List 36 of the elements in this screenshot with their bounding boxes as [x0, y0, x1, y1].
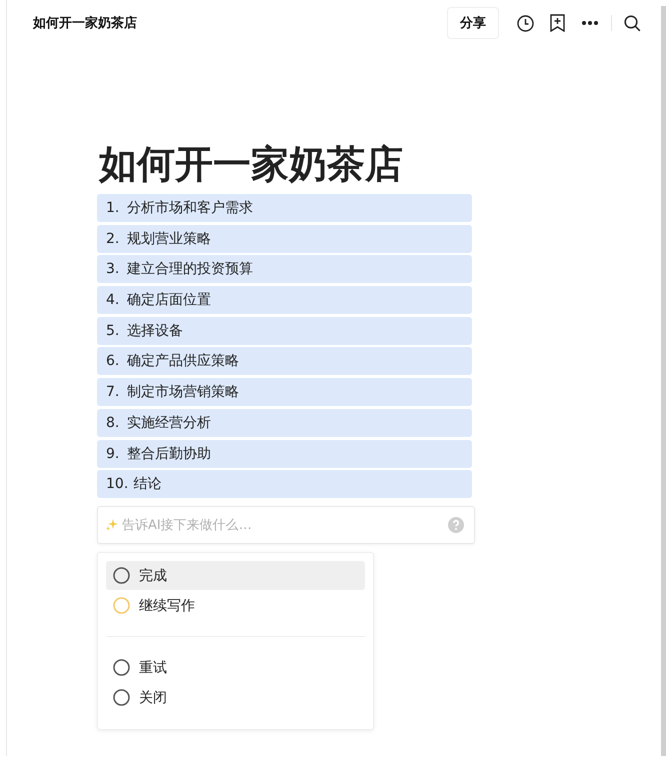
search-icon[interactable] — [624, 14, 641, 32]
list-number: 7. — [106, 384, 120, 400]
menu-item[interactable]: 完成 — [106, 561, 365, 590]
list-text: 分析市场和客户需求 — [127, 199, 253, 217]
list-text: 整合后勤协助 — [127, 444, 211, 462]
list-number: 4. — [106, 292, 120, 308]
list-number: 2. — [106, 230, 120, 247]
list-text: 实施经营分析 — [127, 414, 211, 432]
list-text: 制定市场营销策略 — [127, 383, 239, 402]
share-button[interactable]: 分享 — [447, 7, 499, 39]
list-text: 确定店面位置 — [127, 291, 211, 310]
list-text: 结论 — [133, 475, 162, 494]
more-icon[interactable] — [581, 20, 599, 26]
menu-item[interactable]: 继续写作 — [106, 591, 365, 620]
list-number: 1. — [106, 200, 120, 216]
list-number: 9. — [106, 446, 120, 462]
menu-item-label: 关闭 — [139, 688, 167, 707]
list-number: 6. — [106, 353, 120, 370]
list-number: 8. — [106, 414, 120, 431]
page-heading: 如何开一家奶茶店 — [99, 141, 404, 188]
list-number: 5. — [106, 322, 120, 339]
list-number: 10. — [106, 476, 128, 492]
bookmark-add-icon[interactable] — [550, 14, 565, 32]
list-text: 确定产品供应策略 — [127, 352, 239, 370]
sparkle-icon — [106, 519, 118, 532]
clock-icon[interactable] — [517, 14, 534, 32]
list-text: 建立合理的投资预算 — [127, 260, 253, 278]
list-number: 3. — [106, 261, 120, 278]
menu-item[interactable]: 关闭 — [106, 683, 365, 712]
menu-item-label: 完成 — [139, 566, 167, 585]
list-text: 规划营业策略 — [127, 230, 211, 248]
menu-item-label: 重试 — [139, 658, 167, 677]
document-title: 如何开一家奶茶店 — [33, 14, 138, 32]
list-text: 选择设备 — [127, 322, 183, 340]
menu-item[interactable]: 重试 — [106, 653, 365, 682]
menu-item-label: 继续写作 — [139, 596, 195, 615]
